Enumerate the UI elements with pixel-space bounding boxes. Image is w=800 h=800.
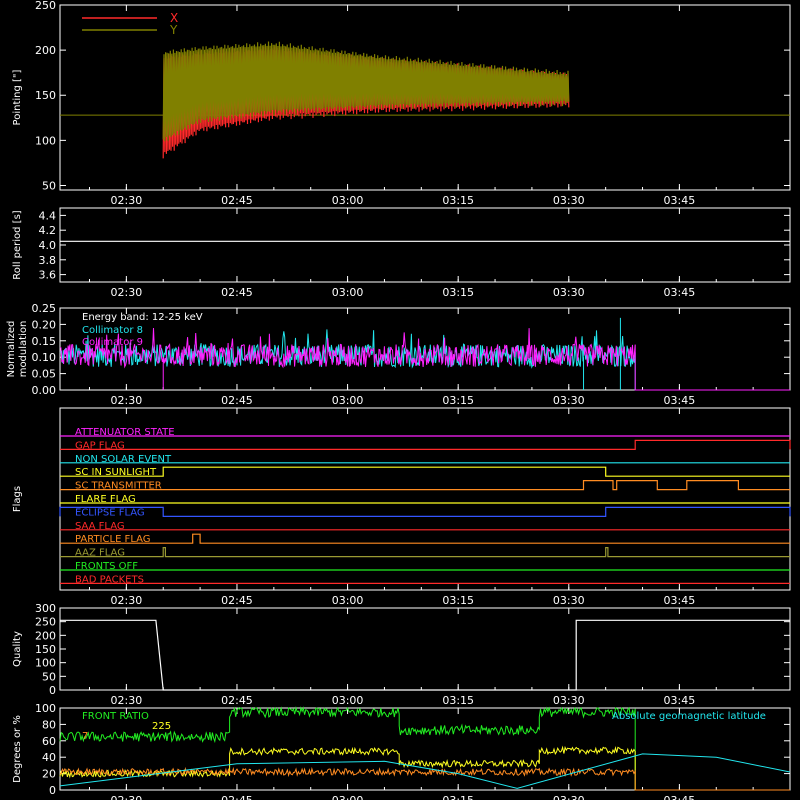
geomag-ytick-label: 80 xyxy=(42,718,56,731)
geomag-legend-label: 225 xyxy=(152,721,171,732)
quality-xtick-label: 02:30 xyxy=(111,694,143,707)
pointing-ylabel: Pointing ["] xyxy=(12,69,23,125)
modulation-legend-label: Collimator 9 xyxy=(82,337,143,348)
roll-period-xtick-label: 03:00 xyxy=(332,286,364,299)
modulation-xtick-label: 02:30 xyxy=(111,394,143,407)
roll-period-ylabel: Roll period [s] xyxy=(12,210,23,279)
quality-ytick-label: 300 xyxy=(35,602,56,615)
modulation-ytick-label: 0.05 xyxy=(32,368,57,381)
quality-xtick-label: 02:45 xyxy=(221,694,253,707)
rhessi-quicklook-figure: 02:30 02:45 03:00 03:15 03:30 03:455010015020… xyxy=(0,0,800,800)
quality-xtick-label: 03:45 xyxy=(664,694,696,707)
geomag-ylabel: Degrees or % xyxy=(12,715,23,783)
flags-xtick-label: 03:15 xyxy=(442,594,474,607)
roll-period-ytick-label: 3.8 xyxy=(39,254,57,267)
modulation-legend-label: Collimator 8 xyxy=(82,325,143,336)
geomag-ytick-label: 40 xyxy=(42,751,56,764)
modulation-ytick-label: 0.10 xyxy=(32,351,57,364)
geomag-xtick-label: 02:45 xyxy=(221,794,253,800)
geomag-xtick-label: 03:00 xyxy=(332,794,364,800)
roll-period-ytick-label: 4.2 xyxy=(39,224,57,237)
flags-ylabel: Flags xyxy=(12,486,23,512)
quality-ytick-label: 200 xyxy=(35,629,56,642)
geomag-xtick-label: 03:30 xyxy=(553,794,585,800)
modulation-ylabel: Normalized xyxy=(6,321,17,378)
quality-ylabel: Quality xyxy=(12,631,23,667)
roll-period-xtick-label: 03:45 xyxy=(664,286,696,299)
geomag-ytick-label: 60 xyxy=(42,735,56,748)
pointing-xtick-label: 03:00 xyxy=(332,194,364,207)
pointing-ytick-label: 50 xyxy=(42,179,56,192)
pointing-xtick-label: 02:45 xyxy=(221,194,253,207)
roll-period-xtick-label: 03:15 xyxy=(442,286,474,299)
quality-xtick-label: 03:15 xyxy=(442,694,474,707)
flags-xtick-label: 02:30 xyxy=(111,594,143,607)
quality-ytick-label: 250 xyxy=(35,616,56,629)
roll-period-ytick-label: 4.0 xyxy=(39,239,57,252)
pointing-xtick-label: 03:30 xyxy=(553,194,585,207)
pointing-xtick-label: 03:45 xyxy=(664,194,696,207)
flags-xtick-label: 03:00 xyxy=(332,594,364,607)
flag-label: ECLIPSE FLAG xyxy=(75,507,145,518)
modulation-xtick-label: 03:45 xyxy=(664,394,696,407)
roll-period-ytick-label: 3.6 xyxy=(39,269,57,282)
modulation-ytick-label: 0.00 xyxy=(32,384,57,397)
flags-xtick-label: 03:45 xyxy=(664,594,696,607)
pointing-xtick-label: 03:15 xyxy=(442,194,474,207)
geomag-ytick-label: 20 xyxy=(42,768,56,781)
modulation-xtick-label: 03:15 xyxy=(442,394,474,407)
quality-ytick-label: 0 xyxy=(49,684,56,697)
pointing-ytick-label: 100 xyxy=(35,134,56,147)
geomag-xtick-label: 03:45 xyxy=(664,794,696,800)
geomag-ytick-label: 0 xyxy=(49,784,56,797)
modulation-ytick-label: 0.15 xyxy=(32,335,57,348)
quality-xtick-label: 03:00 xyxy=(332,694,364,707)
quality-ytick-label: 100 xyxy=(35,657,56,670)
geomag-ytick-label: 100 xyxy=(35,702,56,715)
modulation-xtick-label: 02:45 xyxy=(221,394,253,407)
geomag-legend-label: 7 xyxy=(82,731,88,742)
quality-xtick-label: 03:30 xyxy=(553,694,585,707)
geomag-legend-label: FRONT RATIO xyxy=(82,711,149,722)
pointing-legend-label: Y xyxy=(169,23,178,37)
modulation-xtick-label: 03:30 xyxy=(553,394,585,407)
modulation-ytick-label: 0.25 xyxy=(32,302,57,315)
roll-period-xtick-label: 02:45 xyxy=(221,286,253,299)
geomag-xtick-label: 03:15 xyxy=(442,794,474,800)
roll-period-ytick-label: 4.4 xyxy=(39,209,57,222)
flags-xtick-label: 03:30 xyxy=(553,594,585,607)
flags-xtick-label: 02:45 xyxy=(221,594,253,607)
geomag-xtick-label: 02:30 xyxy=(111,794,143,800)
modulation-ylabel: modulation xyxy=(18,321,29,378)
quality-ytick-label: 50 xyxy=(42,670,56,683)
roll-period-xtick-label: 03:30 xyxy=(553,286,585,299)
geomag-annotation: Absolute geomagnetic latitude xyxy=(612,711,766,722)
quality-ytick-label: 150 xyxy=(35,643,56,656)
pointing-xtick-label: 02:30 xyxy=(111,194,143,207)
modulation-ytick-label: 0.20 xyxy=(32,318,57,331)
pointing-ytick-label: 150 xyxy=(35,89,56,102)
modulation-annotation: Energy band: 12-25 keV xyxy=(82,312,203,323)
roll-period-xtick-label: 02:30 xyxy=(111,286,143,299)
pointing-ytick-label: 200 xyxy=(35,44,56,57)
modulation-xtick-label: 03:00 xyxy=(332,394,364,407)
pointing-ytick-label: 250 xyxy=(35,0,56,12)
